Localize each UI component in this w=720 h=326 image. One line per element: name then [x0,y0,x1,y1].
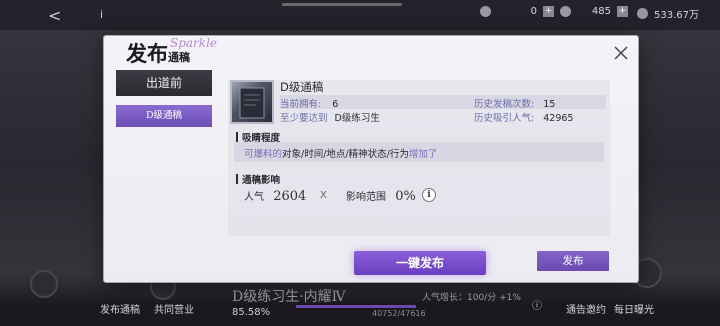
back-icon[interactable]: < [48,6,61,25]
trainee-percent: 85.58% [232,307,271,318]
popularity-effect: 人气 2604 [244,189,307,204]
range-effect: 影响范围 0% [346,189,416,204]
menu-icon[interactable]: i [100,8,103,21]
resource-gold: 533.67万 [637,6,699,21]
nav-publish[interactable]: 发布通稿 [100,301,140,316]
owned-stat: 当前拥有: 6 [280,99,339,110]
publish-nav-icon[interactable] [30,270,58,298]
item-detail-panel: D级通稿 当前拥有: 6 历史发稿次数: 15 至少要达到 D级练习生 历史吸引… [222,76,614,240]
gold-icon [637,8,648,19]
multiply-sign: X [320,190,327,201]
close-icon[interactable] [610,42,632,64]
impact-heading: 通稿影响 [236,172,280,186]
one-click-publish-button[interactable]: 一键发布 [354,251,486,275]
attract-text: 可爆料的对象/时间/地点/精神状态/行为增加了 [244,149,438,160]
info-icon[interactable]: i [422,188,436,202]
publish-dialog: 发布通稿 Sparkle 出道前 D级通稿 D级通稿 当前拥有: 6 历史发稿次… [104,36,638,282]
nav-shared[interactable]: 共同营业 [154,301,194,316]
exp-value: 40752/47616 [372,309,426,318]
exp-bar [296,305,416,308]
trainee-title: D级练习生·内耀Ⅳ [232,289,346,305]
info-icon[interactable]: ⓘ [532,297,542,312]
category-sidebar: 出道前 D级通稿 [116,70,212,127]
add-gem-button[interactable]: + [617,6,628,17]
resource-coin: 0 + [480,6,554,17]
document-item-icon [230,80,274,124]
nav-notice[interactable]: 通告邀约 [566,301,606,316]
dialog-title-script: Sparkle [170,36,218,50]
coin-icon [480,6,491,17]
history-count-stat: 历史发稿次数: 15 [474,99,556,110]
nav-exposure[interactable]: 每日曝光 [614,301,654,316]
item-name: D级通稿 [280,80,324,94]
sidebar-item-d-grade[interactable]: D级通稿 [116,105,212,127]
add-coin-button[interactable]: + [543,6,554,17]
publish-button[interactable]: 发布 [537,251,609,271]
gem-icon [560,6,571,17]
sidebar-header: 出道前 [116,70,212,96]
history-pop-stat: 历史吸引人气: 42965 [474,113,574,124]
resource-gem: 485 + [560,6,628,17]
requirement-stat: 至少要达到 D级练习生 [280,113,380,124]
popularity-growth: 人气增长：100/分 +1% [422,293,521,303]
